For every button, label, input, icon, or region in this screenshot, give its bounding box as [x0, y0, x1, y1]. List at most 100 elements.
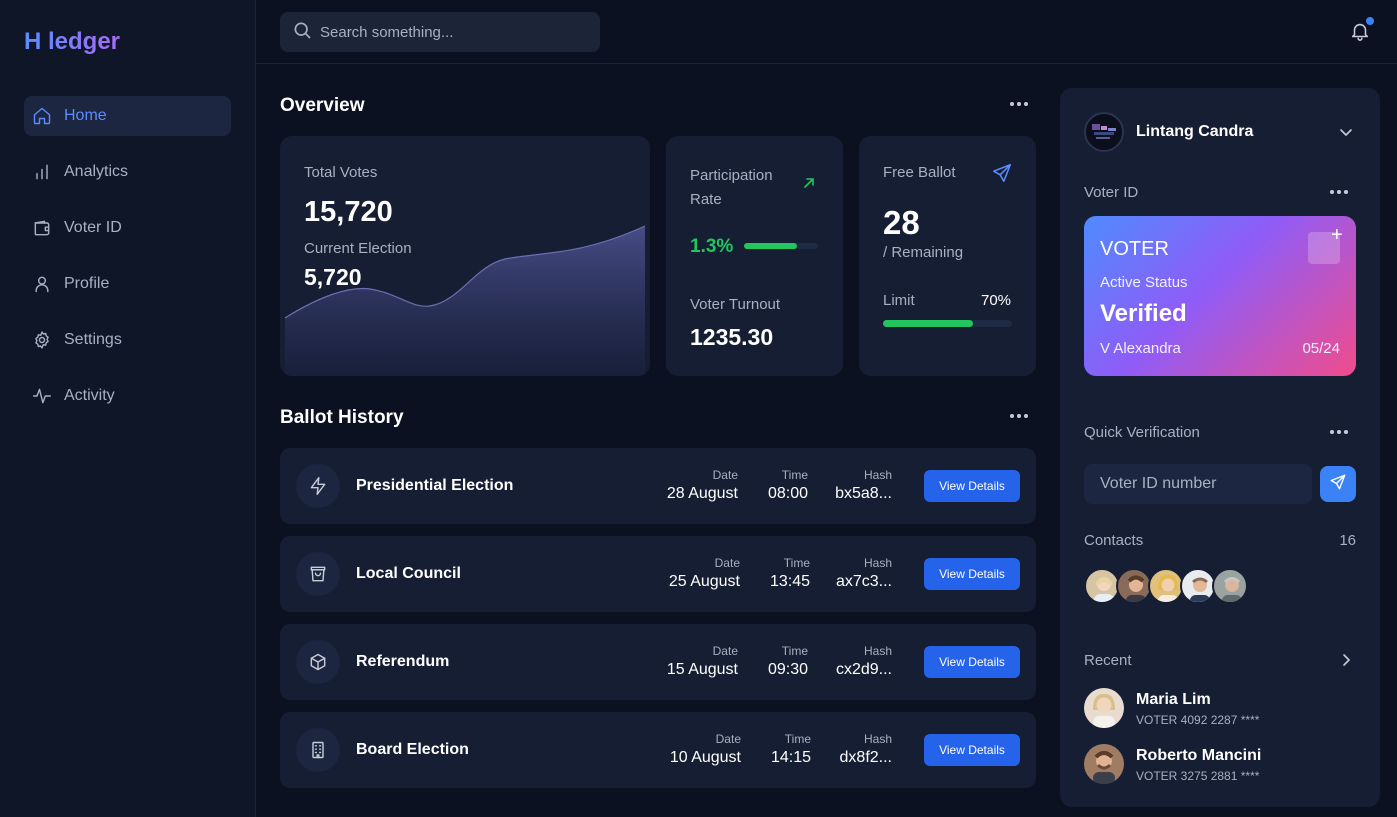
- card-holder: V Alexandra: [1100, 340, 1181, 357]
- overview-title: Overview: [280, 95, 365, 116]
- app-logo[interactable]: H ledger: [24, 28, 120, 56]
- arrow-up-right-icon: [802, 176, 816, 195]
- hash-value: ax7c3...: [835, 573, 892, 590]
- contact-avatar[interactable]: [1180, 568, 1216, 604]
- voter-id-card[interactable]: VOTER + Active Status Verified V Alexand…: [1084, 216, 1356, 376]
- total-votes-value: 15,720: [304, 196, 393, 228]
- limit-progress-fill: [883, 320, 974, 327]
- date-value: 10 August: [669, 749, 741, 766]
- total-votes-card: Total Votes 15,720 Current Election 5,72…: [280, 136, 650, 376]
- sidebar-item-label: Activity: [64, 387, 115, 404]
- view-details-button[interactable]: View Details: [924, 470, 1020, 502]
- avatar[interactable]: [1084, 112, 1124, 152]
- bar-chart-icon: [32, 162, 52, 182]
- voter-id-label: Voter ID: [1084, 184, 1139, 201]
- hash-value: cx2d9...: [835, 661, 892, 678]
- quick-verification-label: Quick Verification: [1084, 424, 1200, 441]
- table-row[interactable]: Referendum Date 15 August Time 09:30 Has…: [280, 624, 1036, 700]
- recent-name: Maria Lim: [1136, 691, 1211, 708]
- avatar: [1084, 688, 1124, 728]
- contacts-label: Contacts: [1084, 532, 1144, 549]
- voter-turnout-value: 1235.30: [690, 324, 774, 350]
- limit-label: Limit: [883, 292, 915, 309]
- sidebar-item-activity[interactable]: Activity: [24, 376, 231, 416]
- current-election-value: 5,720: [304, 264, 362, 290]
- date-value: 25 August: [668, 573, 740, 590]
- cube-icon: [296, 640, 340, 684]
- time-value: 14:15: [770, 749, 811, 766]
- contact-avatar[interactable]: [1212, 568, 1248, 604]
- sidebar-item-label: Voter ID: [64, 219, 122, 236]
- table-row[interactable]: Presidential Election Date 28 August Tim…: [280, 448, 1036, 524]
- participation-rate-value: 1.3%: [690, 236, 734, 257]
- card-status: Verified: [1100, 300, 1187, 327]
- date-value: 28 August: [666, 485, 738, 502]
- hash-cell: Hash ax7c3...: [836, 556, 892, 591]
- time-header: Time: [781, 468, 808, 482]
- home-icon: [32, 106, 52, 126]
- gear-icon: [32, 330, 52, 350]
- date-header: Date: [712, 644, 738, 658]
- voter-id-more-button[interactable]: [1330, 190, 1348, 194]
- sidebar-item-home[interactable]: Home: [24, 96, 231, 136]
- voter-id-input[interactable]: [1084, 464, 1312, 504]
- bell-icon: [1349, 23, 1371, 46]
- search-bar[interactable]: [280, 12, 600, 52]
- free-ballot-label: Free Ballot: [883, 164, 956, 181]
- quick-verification-more-button[interactable]: [1330, 430, 1348, 434]
- hash-header: Hash: [863, 468, 892, 482]
- chevron-down-icon[interactable]: [1338, 124, 1354, 145]
- card-title: VOTER: [1100, 238, 1169, 260]
- lightning-icon: [296, 464, 340, 508]
- total-votes-label: Total Votes: [304, 164, 378, 181]
- sidebar-item-label: Home: [64, 107, 107, 124]
- overview-more-button[interactable]: [1010, 102, 1028, 106]
- view-details-button[interactable]: View Details: [924, 558, 1020, 590]
- date-header: Date: [715, 732, 741, 746]
- participation-label: Participation Rate: [690, 167, 773, 208]
- send-icon[interactable]: [991, 162, 1013, 189]
- profile-name: Lintang Candra: [1136, 123, 1254, 140]
- ballot-history-title: Ballot History: [280, 407, 404, 428]
- time-cell: Time 08:00: [768, 468, 808, 503]
- date-cell: Date 10 August: [670, 732, 741, 767]
- hash-cell: Hash cx2d9...: [836, 644, 892, 679]
- voter-turnout-label: Voter Turnout: [690, 296, 781, 313]
- hash-cell: Hash dx8f2...: [840, 732, 892, 767]
- sidebar-item-analytics[interactable]: Analytics: [24, 152, 231, 192]
- activity-icon: [32, 386, 52, 406]
- card-expiry: 05/24: [1302, 340, 1340, 357]
- verify-send-button[interactable]: [1320, 466, 1356, 502]
- date-cell: Date 15 August: [667, 644, 738, 679]
- sidebar-item-settings[interactable]: Settings: [24, 320, 231, 360]
- hash-header: Hash: [863, 644, 892, 658]
- building-icon: [296, 728, 340, 772]
- participation-progress-track: [744, 243, 818, 249]
- recent-name: Roberto Mancini: [1136, 747, 1262, 764]
- time-cell: Time 13:45: [770, 556, 810, 591]
- hash-value: bx5a8...: [835, 485, 892, 502]
- contact-avatar[interactable]: [1084, 568, 1120, 604]
- table-row[interactable]: Board Election Date 10 August Time 14:15…: [280, 712, 1036, 788]
- view-details-button[interactable]: View Details: [924, 646, 1020, 678]
- search-input[interactable]: [320, 23, 580, 41]
- notification-dot: [1366, 17, 1374, 25]
- free-ballot-value: 28: [883, 204, 920, 241]
- chevron-right-icon[interactable]: [1338, 652, 1354, 673]
- send-icon: [1329, 473, 1347, 496]
- limit-value: 70%: [981, 292, 1012, 309]
- view-details-button[interactable]: View Details: [924, 734, 1020, 766]
- contact-avatar[interactable]: [1148, 568, 1184, 604]
- user-icon: [32, 274, 52, 294]
- ballot-history-more-button[interactable]: [1010, 414, 1028, 418]
- contact-avatar[interactable]: [1116, 568, 1152, 604]
- time-header: Time: [784, 732, 811, 746]
- notifications-button[interactable]: [1349, 17, 1374, 46]
- plus-icon[interactable]: +: [1331, 225, 1343, 245]
- sidebar-item-voter-id[interactable]: Voter ID: [24, 208, 231, 248]
- time-value: 08:00: [767, 485, 808, 502]
- sidebar-item-profile[interactable]: Profile: [24, 264, 231, 304]
- ballot-name: Referendum: [356, 653, 450, 670]
- hash-header: Hash: [863, 556, 892, 570]
- table-row[interactable]: Local Council Date 25 August Time 13:45 …: [280, 536, 1036, 612]
